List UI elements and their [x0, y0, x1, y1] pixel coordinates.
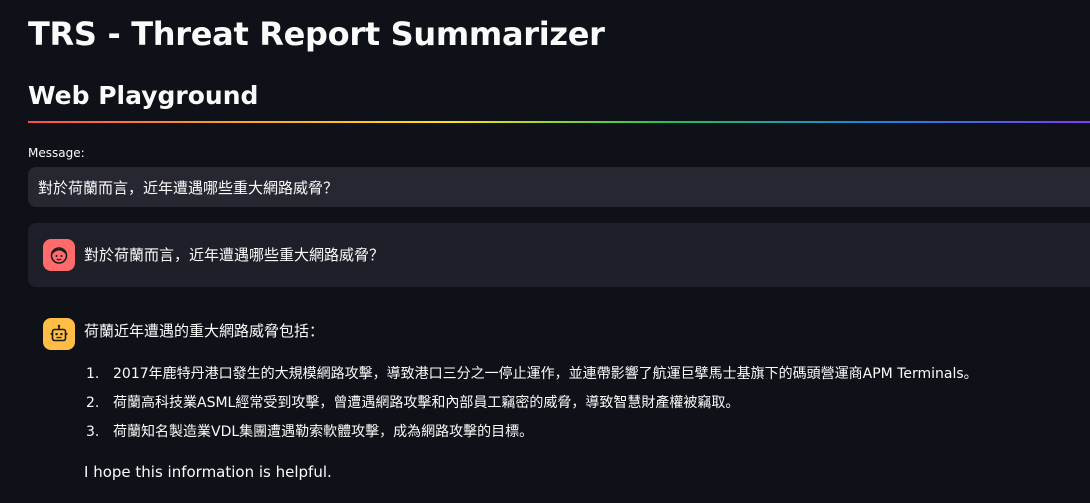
user-chat-message: 對於荷蘭而言，近年遭遇哪些重大網路威脅？ — [28, 223, 1090, 287]
assistant-threat-list: 1. 2017年鹿特丹港口發生的大規模網路攻擊，導致港口三分之一停止運作，並連帶… — [84, 361, 978, 448]
face-icon — [43, 239, 75, 271]
robot-icon — [43, 318, 75, 350]
list-item-number: 2. — [86, 395, 100, 411]
list-item-number: 3. — [86, 424, 100, 440]
page-title: TRS - Threat Report Summarizer — [28, 15, 605, 53]
page-subtitle: Web Playground — [28, 81, 259, 110]
assistant-intro-text: 荷蘭近年遭遇的重大網路威脅包括： — [84, 322, 325, 340]
list-item: 3. 荷蘭知名製造業VDL集團遭遇勒索軟體攻擊，成為網路攻擊的目標。 — [84, 419, 978, 448]
user-message-text: 對於荷蘭而言，近年遭遇哪些重大網路威脅？ — [84, 246, 385, 264]
app-root: TRS - Threat Report Summarizer Web Playg… — [0, 0, 1090, 503]
list-item: 2. 荷蘭高科技業ASML經常受到攻擊，曾遭遇網路攻擊和內部員工竊密的威脅，導致… — [84, 390, 978, 419]
message-label: Message: — [28, 146, 85, 160]
list-item: 1. 2017年鹿特丹港口發生的大規模網路攻擊，導致港口三分之一停止運作，並連帶… — [84, 361, 978, 390]
list-item-number: 1. — [86, 366, 100, 382]
header-divider — [28, 121, 1090, 123]
list-item-text: 2017年鹿特丹港口發生的大規模網路攻擊，導致港口三分之一停止運作，並連帶影響了… — [113, 366, 978, 382]
list-item-text: 荷蘭知名製造業VDL集團遭遇勒索軟體攻擊，成為網路攻擊的目標。 — [113, 424, 534, 440]
assistant-footer-text: I hope this information is helpful. — [84, 463, 332, 481]
list-item-text: 荷蘭高科技業ASML經常受到攻擊，曾遭遇網路攻擊和內部員工竊密的威脅，導致智慧財… — [113, 395, 740, 411]
message-input[interactable] — [28, 167, 1090, 207]
